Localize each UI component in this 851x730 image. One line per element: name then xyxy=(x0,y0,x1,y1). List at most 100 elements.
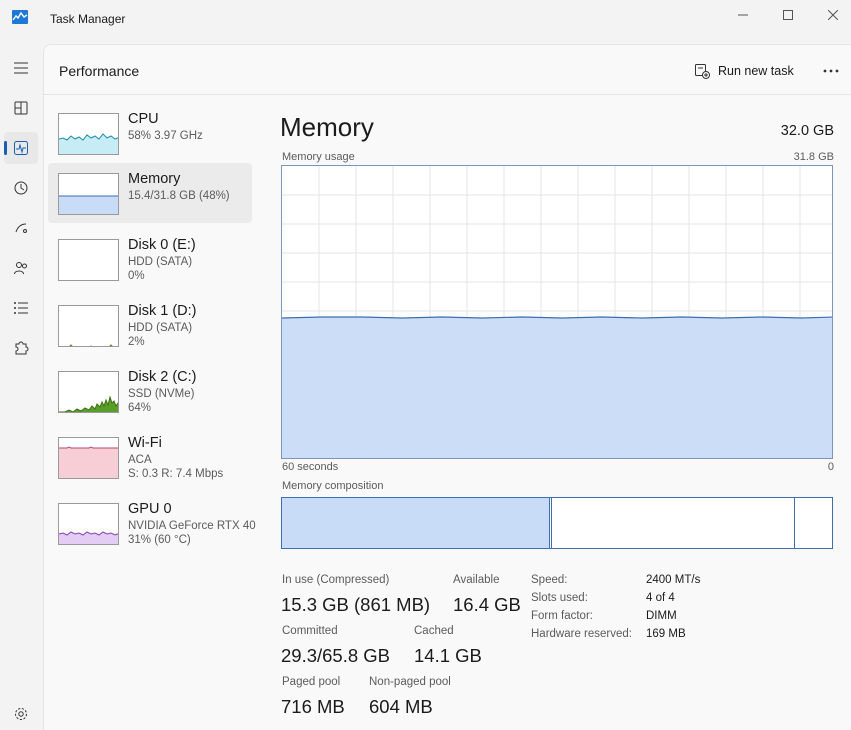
memory-total-capacity: 32.0 GB xyxy=(780,123,834,139)
device-name: Disk 1 (D:) xyxy=(128,303,197,319)
device-detail: HDD (SATA) xyxy=(128,322,193,334)
device-disk-1[interactable]: Disk 1 (D:) HDD (SATA) 2% xyxy=(48,295,252,355)
composition-standby-segment[interactable] xyxy=(553,498,795,548)
hamburger-menu-button[interactable] xyxy=(4,52,38,84)
composition-in-use-segment[interactable] xyxy=(282,498,550,548)
device-detail: NVIDIA GeForce RTX 406 xyxy=(128,520,256,532)
hardware-reserved-value: 169 MB xyxy=(646,628,686,640)
memory-usage-max: 31.8 GB xyxy=(793,151,834,163)
hamburger-icon xyxy=(14,62,28,74)
hardware-reserved-label: Hardware reserved: xyxy=(531,628,632,640)
memory-composition-bar xyxy=(281,497,833,549)
navigation-rail xyxy=(0,40,43,730)
memory-heading: Memory xyxy=(280,112,374,142)
graph-time-start: 60 seconds xyxy=(282,461,339,473)
page-title: Performance xyxy=(59,63,140,79)
maximize-icon xyxy=(783,10,793,20)
memory-composition-label: Memory composition xyxy=(282,480,384,492)
title-bar: Task Manager xyxy=(0,0,851,40)
speed-label: Speed: xyxy=(531,574,568,586)
device-detail: 58% 3.97 GHz xyxy=(128,130,203,142)
device-memory[interactable]: Memory 15.4/31.8 GB (48%) xyxy=(48,163,252,223)
disk-0-thumbnail-graph xyxy=(58,239,119,281)
nav-startup-apps-button[interactable] xyxy=(4,212,38,244)
non-paged-pool-value: 604 MB xyxy=(369,696,433,717)
composition-modified-segment[interactable] xyxy=(550,498,552,548)
details-list-icon xyxy=(14,302,28,314)
processes-icon xyxy=(14,101,28,115)
performance-icon xyxy=(14,141,28,155)
run-new-task-button[interactable]: Run new task xyxy=(694,59,794,83)
graph-time-end: 0 xyxy=(827,461,834,473)
startup-icon xyxy=(15,223,27,233)
device-usage: 0% xyxy=(128,270,145,282)
device-name: Wi-Fi xyxy=(128,435,162,451)
in-use-label: In use (Compressed) xyxy=(282,574,390,586)
form-factor-label: Form factor: xyxy=(531,610,593,622)
device-detail: SSD (NVMe) xyxy=(128,388,195,400)
memory-usage-graph xyxy=(281,165,833,459)
device-cpu[interactable]: CPU 58% 3.97 GHz xyxy=(48,103,252,163)
paged-pool-value: 716 MB xyxy=(281,696,345,717)
minimize-icon xyxy=(738,14,748,16)
more-options-icon xyxy=(823,69,839,73)
wifi-thumbnail-graph xyxy=(58,437,119,479)
maximize-button[interactable] xyxy=(765,0,811,30)
device-disk-0[interactable]: Disk 0 (E:) HDD (SATA) 0% xyxy=(48,229,252,289)
nav-performance-button[interactable] xyxy=(4,132,38,164)
slots-used-value: 4 of 4 xyxy=(646,592,675,604)
device-name: GPU 0 xyxy=(128,501,172,517)
nav-settings-button[interactable] xyxy=(4,698,38,730)
device-gpu-0[interactable]: GPU 0 NVIDIA GeForce RTX 406 31% (60 °C) xyxy=(48,493,256,553)
window-title: Task Manager xyxy=(50,12,126,26)
paged-pool-label: Paged pool xyxy=(282,676,341,688)
memory-usage-label: Memory usage xyxy=(282,151,355,163)
speed-value: 2400 MT/s xyxy=(646,574,701,586)
gpu-0-thumbnail-graph xyxy=(58,503,119,545)
committed-label: Committed xyxy=(282,625,338,637)
device-usage: 64% xyxy=(128,402,152,414)
available-label: Available xyxy=(453,574,500,586)
device-wifi[interactable]: Wi-Fi ACA S: 0.3 R: 7.4 Mbps xyxy=(48,427,252,487)
close-button[interactable] xyxy=(810,0,851,30)
device-name: CPU xyxy=(128,111,159,127)
run-task-icon xyxy=(695,64,710,79)
gear-icon xyxy=(15,708,27,720)
device-disk-2[interactable]: Disk 2 (C:) SSD (NVMe) 64% xyxy=(48,361,252,421)
nav-details-button[interactable] xyxy=(4,292,38,324)
disk-1-thumbnail-graph xyxy=(58,305,119,347)
cpu-thumbnail-graph xyxy=(58,113,119,155)
device-usage: S: 0.3 R: 7.4 Mbps xyxy=(128,468,224,480)
main-panel: Performance Run new task CPU 58% 3.97 GH… xyxy=(43,44,851,730)
device-detail: 15.4/31.8 GB (48%) xyxy=(128,190,230,202)
device-detail: HDD (SATA) xyxy=(128,256,193,268)
non-paged-pool-label: Non-paged pool xyxy=(369,676,451,688)
nav-app-history-button[interactable] xyxy=(4,172,38,204)
nav-services-button[interactable] xyxy=(4,332,38,364)
users-icon xyxy=(14,262,27,275)
run-new-task-label: Run new task xyxy=(718,64,794,78)
services-puzzle-icon xyxy=(15,341,29,355)
committed-value: 29.3/65.8 GB xyxy=(281,645,391,666)
device-detail: ACA xyxy=(128,454,152,466)
nav-users-button[interactable] xyxy=(4,252,38,284)
nav-processes-button[interactable] xyxy=(4,92,38,124)
more-options-button[interactable] xyxy=(819,59,843,83)
slots-used-label: Slots used: xyxy=(531,592,588,604)
form-factor-value: DIMM xyxy=(646,610,677,622)
device-usage: 31% (60 °C) xyxy=(128,534,191,546)
device-name: Memory xyxy=(128,171,181,187)
cached-label: Cached xyxy=(414,625,454,637)
minimize-button[interactable] xyxy=(720,0,766,30)
memory-thumbnail-graph xyxy=(58,173,119,215)
device-name: Disk 2 (C:) xyxy=(128,369,197,385)
disk-2-thumbnail-graph xyxy=(58,371,119,413)
history-icon xyxy=(14,181,28,195)
in-use-value: 15.3 GB (861 MB) xyxy=(281,594,431,615)
task-manager-app-icon xyxy=(12,10,28,24)
cached-value: 14.1 GB xyxy=(414,645,482,666)
device-name: Disk 0 (E:) xyxy=(128,237,196,253)
page-header: Performance Run new task xyxy=(44,45,851,95)
device-usage: 2% xyxy=(128,336,145,348)
available-value: 16.4 GB xyxy=(453,594,521,615)
